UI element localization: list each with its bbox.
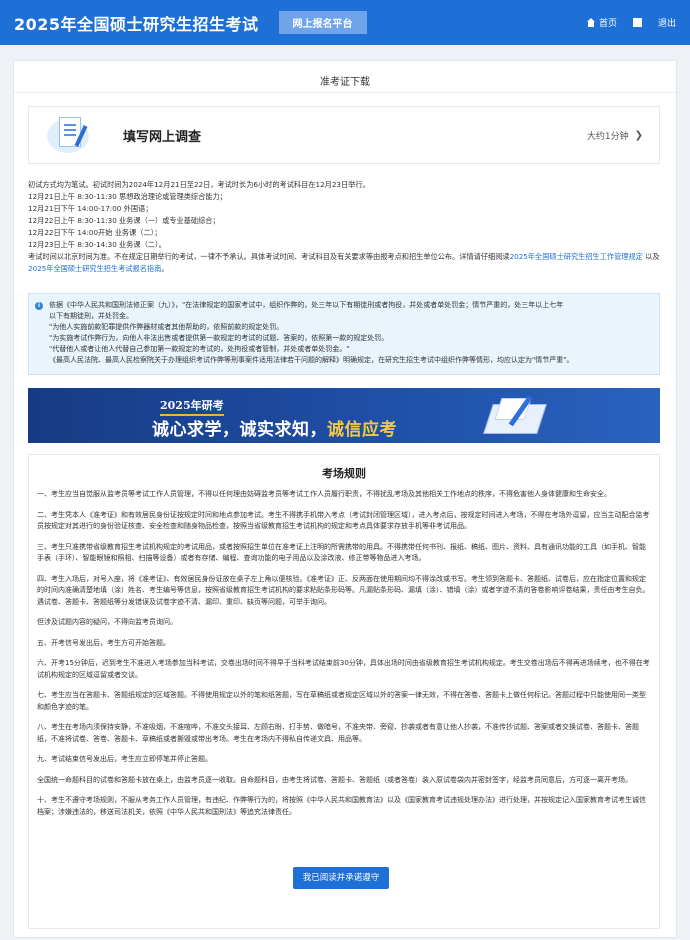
logout-link[interactable]: 退出 [658, 16, 676, 29]
rule-item: 二、考生凭本人《准考证》和有效居民身份证按规定时间和地点参加考试。考生不得携手机… [37, 510, 650, 531]
integrity-banner: 2025年研考 诚心求学，诚实求知，诚信应考 [28, 388, 660, 443]
rule-item: 三、考生只准携带省级教育招生考试机构规定的考试用品，或者按照招生单位在准考证上注… [37, 542, 646, 563]
rule-item: 但涉及试题内容的疑问，不得向监考员询问。 [37, 618, 177, 626]
rule-item: 八、考生在考场内须保持安静，不准吸烟，不准喧哗，不准交头接耳、左顾右盼、打手势、… [37, 723, 639, 743]
rule-item: 六、开考15分钟后，迟到考生不准进入考场参加当科考试，交卷出场时间不得早于当科考… [37, 659, 650, 679]
book-pen-icon [478, 394, 548, 438]
rule-item: 四、考生入场后，对号入座，将《准考证》、有效居民身份证放在桌子左上角以便核验。《… [37, 574, 650, 606]
info-icon: i [35, 302, 43, 310]
rule-item: 七、考生应当在答题卡、答题纸规定的区域答题。不得使用规定以外的笔和纸答题，写在草… [37, 691, 646, 711]
schedule-notice-paragraph: 考试时间以北京时间为准。不在规定日期举行的考试，一律不予承认。具体考试时间、考试… [28, 251, 668, 275]
schedule-line: 12月21日上午 8:30-11:30 思想政治理论或管理类综合能力； [28, 192, 227, 201]
chevron-right-icon: ❯ [634, 129, 643, 141]
rule-item: 一、考生应当自觉服从监考员等考试工作人员管理，不得以任何理由妨碍监考员等考试工作… [37, 490, 611, 498]
exam-schedule: 初试方式均为笔试。初试时间为2024年12月21日至22日，考试时长为6小时的考… [28, 179, 668, 275]
notice-line: "为实施考试作弊行为，向他人非法出售或者提供第一款规定的考试的试题、答案的，依照… [49, 334, 389, 342]
survey-illustration-icon [45, 115, 97, 155]
schedule-line: 12月22日上午 8:30-11:30 业务课（一）或专业基础综合； [28, 216, 220, 225]
rule-item: 五、开考信号发出后，考生方可开始答题。 [37, 638, 170, 647]
schedule-line: 12月22日下午 14:00开始 业务课（二）； [28, 228, 162, 237]
square-icon[interactable] [632, 18, 642, 27]
schedule-note-end: 。 [161, 264, 169, 273]
schedule-note-conjunction: 以及 [645, 252, 660, 261]
management-regulation-link[interactable]: 2025年全国硕士研究生招生工作管理规定 [510, 252, 643, 261]
registration-guide-link[interactable]: 2025年全国硕士研究生招生考试报名指南 [28, 264, 161, 273]
notice-line: 以下有期徒刑，并处罚金。 [49, 312, 133, 320]
schedule-line: 初试方式均为笔试。初试时间为2024年12月21日至22日，考试时长为6小时的考… [28, 180, 370, 189]
notice-line: 依据《中华人民共和国刑法修正案（九）》，"在法律规定的国家考试中，组织作弊的，处… [49, 301, 564, 309]
banner-slogan-main: 诚心求学，诚实求知， [152, 420, 327, 440]
site-title: 2025年全国硕士研究生招生考试 [14, 14, 259, 34]
admission-ticket-panel: 准考证下载 填写网上调查 大约1分钟 ❯ 初试方式均为笔试。初试时间为2024年… [13, 60, 677, 938]
banner-slogan-highlight: 诚信应考 [327, 420, 397, 440]
survey-time: 大约1分钟 [586, 131, 629, 142]
rules-title: 考场规则 [322, 467, 366, 480]
exam-rules-box: 考场规则 一、考生应当自觉服从监考员等考试工作人员管理，不得以任何理由妨碍监考员… [28, 454, 660, 929]
home-link-label: 首页 [598, 19, 617, 29]
logout-link-label: 退出 [657, 19, 676, 29]
home-icon [586, 18, 596, 27]
rule-item: 十、考生不遵守考场规则，不服从考务工作人员管理，有违纪、作弊等行为的，将按照《中… [37, 796, 646, 816]
banner-slogan: 诚心求学，诚实求知，诚信应考 [152, 415, 397, 440]
rule-item: 九、考试结束信号发出后，考生应立即停笔并停止答题。 [37, 755, 212, 763]
schedule-line: 12月23日上午 8:30-14:30 业务课（二）。 [28, 240, 166, 249]
schedule-line: 12月21日下午 14:00-17:00 外国语； [28, 204, 153, 213]
notice-line: 《最高人民法院、最高人民检察院关于办理组织考试作弊等刑事案件适用法律若干问题的解… [49, 356, 574, 364]
banner-year: 2025年研考 [160, 397, 224, 416]
notice-line: "为他人实施前款犯罪提供作弊器材或者其他帮助的，依照前款的规定处罚。 [49, 323, 284, 331]
home-link[interactable]: 首页 [586, 16, 617, 29]
confirm-read-button[interactable]: 我已阅读并承诺遵守 [293, 867, 389, 889]
platform-tag: 网上报名平台 [278, 11, 367, 34]
top-navigation-bar: 2025年全国硕士研究生招生考试 网上报名平台 首页 退出 [0, 0, 690, 45]
panel-title: 准考证下载 [14, 61, 676, 93]
notice-line: "代替他人或者让他人代替自己参加第一款规定的考试的，处拘役或者管制，并处或者单处… [49, 345, 350, 353]
survey-title: 填写网上调查 [123, 129, 202, 145]
online-survey-card[interactable]: 填写网上调查 大约1分钟 ❯ [28, 106, 660, 164]
rule-item: 全国统一命题科目的试卷和答题卡放在桌上，由监考员逐一收取。自命题科目，由考生将试… [37, 775, 632, 784]
legal-notice-box: i 依据《中华人民共和国刑法修正案（九）》，"在法律规定的国家考试中，组织作弊的… [28, 293, 660, 375]
schedule-note-text: 考试时间以北京时间为准。不在规定日期举行的考试，一律不予承认。具体考试时间、考试… [28, 252, 510, 261]
